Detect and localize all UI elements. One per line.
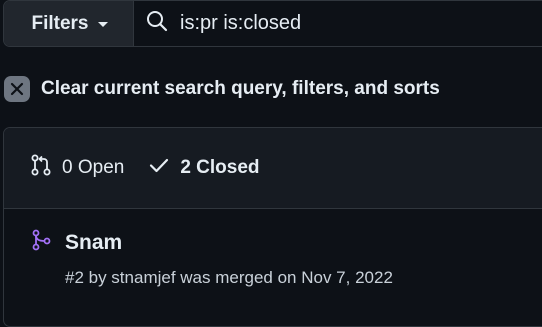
filters-label: Filters — [31, 12, 89, 34]
close-icon — [4, 76, 30, 102]
search-icon — [146, 10, 168, 37]
pr-meta: #2 by stnamjef was merged on Nov 7, 2022 — [65, 268, 393, 287]
tab-closed-label: 2 Closed — [180, 157, 260, 178]
list-item: Snam #2 by stnamjef was merged on Nov 7,… — [4, 209, 542, 288]
search-query-text: is:pr is:closed — [180, 12, 302, 34]
caret-down-icon — [97, 22, 108, 27]
merged-icon — [31, 229, 51, 256]
check-icon — [148, 154, 170, 182]
clear-filters-label: Clear current search query, filters, and… — [41, 78, 440, 99]
search-bar: Filters is:pr is:closed — [3, 0, 542, 47]
pull-request-list: 0 Open 2 Closed Snam #2 by stnamjef was … — [3, 127, 542, 327]
filters-button[interactable]: Filters — [4, 1, 134, 46]
list-header: 0 Open 2 Closed — [4, 128, 542, 209]
tab-closed[interactable]: 2 Closed — [148, 154, 260, 182]
tab-open[interactable]: 0 Open — [30, 154, 124, 182]
tab-open-label: 0 Open — [62, 157, 125, 178]
pr-title-link[interactable]: Snam — [65, 231, 122, 255]
pull-request-icon — [30, 154, 52, 182]
clear-filters-link[interactable]: Clear current search query, filters, and… — [4, 75, 440, 103]
search-input[interactable]: is:pr is:closed — [134, 1, 542, 46]
